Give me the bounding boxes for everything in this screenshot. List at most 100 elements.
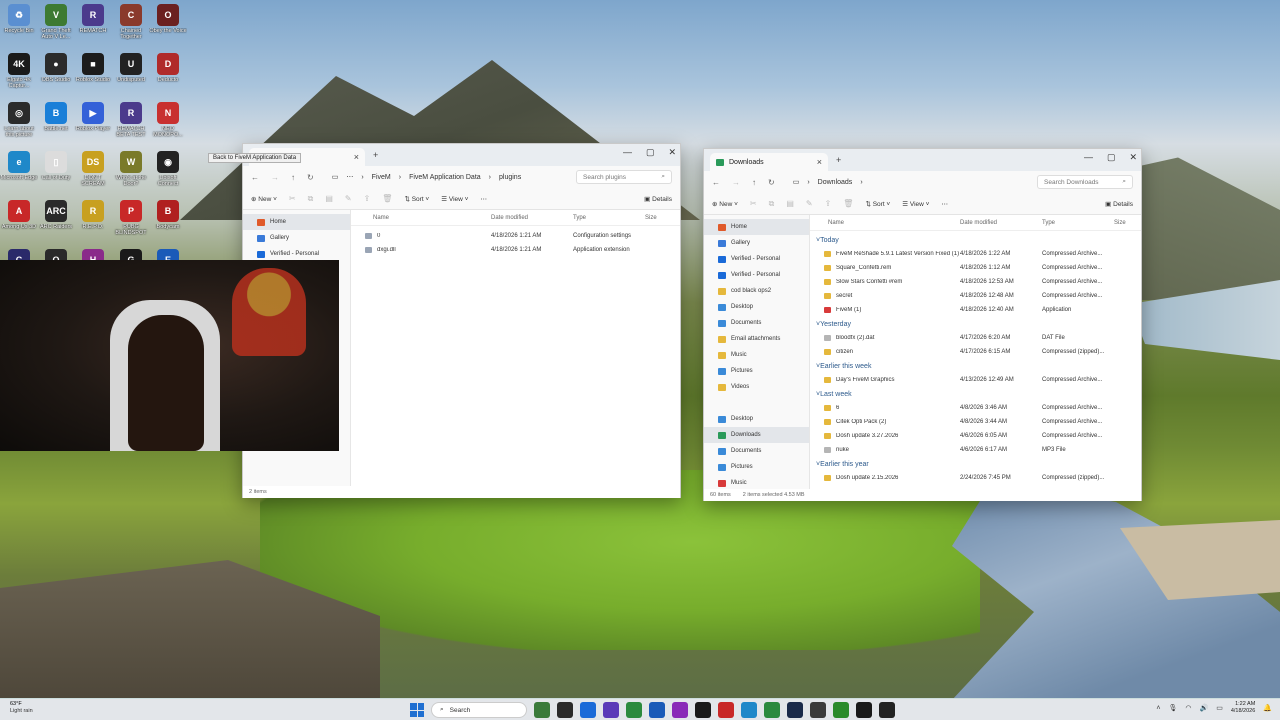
- desktop-icon[interactable]: ■ Roblox Studio: [74, 53, 112, 89]
- desktop-icon[interactable]: DS DON'T SCREAM: [74, 151, 112, 187]
- close-icon[interactable]: ✕: [668, 147, 676, 158]
- nav-item[interactable]: Desktop: [704, 411, 809, 427]
- taskbar-app-icon[interactable]: [856, 702, 872, 718]
- taskbar-app-icon[interactable]: [764, 702, 780, 718]
- more-options-icon[interactable]: ⋯: [941, 200, 948, 208]
- breadcrumb-fivem[interactable]: FiveM: [372, 174, 391, 181]
- details-button[interactable]: ▣ Details: [644, 195, 672, 203]
- view-button[interactable]: ☰ View ˅: [441, 195, 468, 203]
- new-tab-button[interactable]: +: [836, 155, 841, 165]
- title-bar[interactable]: × + — ▢ ✕: [243, 144, 680, 166]
- nav-item[interactable]: Email attachments: [704, 331, 809, 347]
- more-icon[interactable]: ⋯: [346, 173, 353, 181]
- taskbar-app-icon[interactable]: [580, 702, 596, 718]
- nav-item[interactable]: cod black ops2: [704, 283, 809, 299]
- taskbar-app-icon[interactable]: [741, 702, 757, 718]
- taskbar-app-icon[interactable]: [787, 702, 803, 718]
- speaker-icon[interactable]: 🔊: [1199, 704, 1208, 712]
- column-date-modified[interactable]: Date modified: [960, 220, 1042, 226]
- group-header[interactable]: ˅ Yesterday: [810, 317, 1141, 331]
- desktop-icon[interactable]: 4K Elgato 4K Captur...: [0, 53, 38, 89]
- windows-start-icon[interactable]: [410, 703, 424, 717]
- rename-icon[interactable]: ✎: [806, 199, 813, 208]
- more-options-icon[interactable]: ⋯: [480, 195, 487, 203]
- group-header[interactable]: ˅ Last week: [810, 387, 1141, 401]
- desktop-icon[interactable]: ♻ Recycle Bin: [0, 4, 38, 40]
- file-row[interactable]: Day's FiveM Graphics 4/13/2026 12:49 AM Co…: [810, 373, 1141, 387]
- taskbar-app-icon[interactable]: [833, 702, 849, 718]
- notification-bell-icon[interactable]: 🔔: [1263, 704, 1272, 712]
- desktop-icon[interactable]: ▶ Roblox Player: [74, 102, 112, 138]
- nav-item[interactable]: Home: [704, 219, 809, 235]
- column-type[interactable]: Type: [1042, 220, 1114, 226]
- desktop-icon[interactable]: B Battle.net: [37, 102, 75, 138]
- column-size[interactable]: Size: [645, 215, 657, 221]
- paste-icon[interactable]: ▤: [786, 199, 794, 208]
- desktop-icon[interactable]: O Obey the Voice: [149, 4, 187, 40]
- minimize-icon[interactable]: —: [1084, 152, 1093, 163]
- column-size[interactable]: Size: [1114, 220, 1126, 226]
- copy-icon[interactable]: ⧉: [308, 194, 314, 204]
- desktop-icon[interactable]: W Who's at the Door?: [112, 151, 150, 187]
- desktop-icon[interactable]: C Chained Together: [112, 4, 150, 40]
- breadcrumb[interactable]: ▭ ⋯ › FiveM › FiveM Application Data › p…: [326, 170, 564, 184]
- file-row[interactable]: FiveM (1) 4/18/2026 12:40 AM Application: [810, 303, 1141, 317]
- forward-icon[interactable]: →: [732, 178, 740, 187]
- desktop-icon[interactable]: D Deducto: [149, 53, 187, 89]
- up-icon[interactable]: ↑: [291, 173, 295, 182]
- search-input[interactable]: Search Downloads ⌕: [1037, 175, 1133, 189]
- file-row[interactable]: Dosh update 3.27.2026 4/6/2026 6:05 AM Com…: [810, 429, 1141, 443]
- cut-icon[interactable]: ✂: [750, 199, 757, 208]
- nav-item[interactable]: Videos: [704, 379, 809, 395]
- breadcrumb-plugins[interactable]: plugins: [499, 174, 521, 181]
- back-icon[interactable]: ←: [712, 178, 720, 187]
- nav-item[interactable]: Gallery: [704, 235, 809, 251]
- wifi-icon[interactable]: ◠: [1185, 704, 1191, 712]
- view-button[interactable]: ☰ View ˅: [902, 200, 929, 208]
- file-row[interactable]: Slow Stars Confetti #rem 4/18/2026 12:53 …: [810, 275, 1141, 289]
- paste-icon[interactable]: ▤: [325, 194, 333, 203]
- new-button[interactable]: ⊕ New ˅: [251, 195, 277, 203]
- desktop-icon[interactable]: ◉ Ubisoft Connect: [149, 151, 187, 187]
- breadcrumb[interactable]: ▭ › Downloads ›: [787, 175, 1025, 189]
- group-header[interactable]: ˅ Earlier this week: [810, 359, 1141, 373]
- refresh-icon[interactable]: ↻: [307, 173, 314, 182]
- taskbar-app-icon[interactable]: [557, 702, 573, 718]
- taskbar-app-icon[interactable]: [649, 702, 665, 718]
- nav-item[interactable]: Documents: [704, 315, 809, 331]
- nav-item[interactable]: Music: [704, 347, 809, 363]
- sort-button[interactable]: ⇅ Sort ˅: [865, 200, 890, 208]
- sort-button[interactable]: ⇅ Sort ˅: [404, 195, 429, 203]
- back-icon[interactable]: ←: [251, 173, 259, 182]
- title-bar[interactable]: Downloads × + — ▢ ✕: [704, 149, 1141, 171]
- new-tab-button[interactable]: +: [373, 150, 378, 160]
- explorer-window-downloads[interactable]: Downloads × + — ▢ ✕ ← → ↑ ↻ ▭ › Download…: [703, 148, 1142, 501]
- file-row[interactable]: nuke 4/6/2026 6:17 AM MP3 File: [810, 443, 1141, 457]
- desktop-icon[interactable]: N NEO MONOPO...: [149, 102, 187, 138]
- desktop-icon[interactable]: ◎ Learn about this picture: [0, 102, 38, 138]
- file-row[interactable]: FiveM ReShade 5.9.1 Latest Version Fixed…: [810, 247, 1141, 261]
- clock[interactable]: 1:22 AM 4/18/2026: [1231, 701, 1255, 715]
- cut-icon[interactable]: ✂: [289, 194, 296, 203]
- refresh-icon[interactable]: ↻: [768, 178, 775, 187]
- up-icon[interactable]: ↑: [752, 178, 756, 187]
- nav-item[interactable]: [704, 395, 809, 411]
- column-name[interactable]: Name: [351, 215, 491, 221]
- file-row[interactable]: secret 4/18/2026 12:48 AM Compressed Archi…: [810, 289, 1141, 303]
- close-icon[interactable]: ✕: [1129, 152, 1137, 163]
- file-row[interactable]: citizen 4/17/2026 6:15 AM Compressed (zipp…: [810, 345, 1141, 359]
- desktop-icon[interactable]: R R.E.P.O.: [74, 200, 112, 236]
- taskbar-app-icon[interactable]: [603, 702, 619, 718]
- search-input[interactable]: Search plugins ⌕: [576, 170, 672, 184]
- column-date-modified[interactable]: Date modified: [491, 215, 573, 221]
- taskbar-search[interactable]: ⌕ Search: [431, 702, 527, 718]
- nav-item[interactable]: Verified - Personal: [704, 251, 809, 267]
- taskbar-app-icon[interactable]: [534, 702, 550, 718]
- taskbar-app-icon[interactable]: [695, 702, 711, 718]
- file-row[interactable]: Square_Confetti.rem 4/18/2026 1:12 AM Comp…: [810, 261, 1141, 275]
- nav-item[interactable]: Documents: [704, 443, 809, 459]
- desktop-icon[interactable]: R REMATCH: [74, 4, 112, 40]
- desktop-icon[interactable]: ▯ Call of Duty: [37, 151, 75, 187]
- maximize-icon[interactable]: ▢: [646, 147, 655, 158]
- forward-icon[interactable]: →: [271, 173, 279, 182]
